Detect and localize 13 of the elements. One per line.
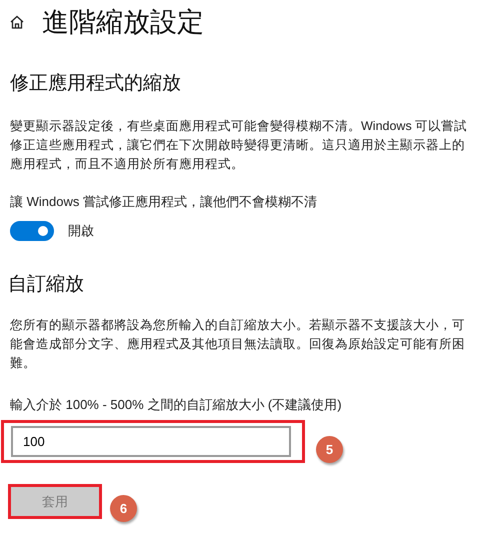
- section-heading: 修正應用程式的縮放: [10, 72, 182, 96]
- page-title: 進階縮放設定: [42, 8, 204, 36]
- toggle-switch[interactable]: [10, 221, 54, 241]
- toggle-state-text: 開啟: [68, 222, 94, 240]
- home-icon[interactable]: [10, 15, 24, 29]
- description-text: 您所有的顯示器都將設為您所輸入的自訂縮放大小。若顯示器不支援該大小，可能會造成部分文字、應用程式及其他項目無法讀取。回復為原始設定可能有所困難。: [10, 316, 466, 372]
- description-text: 變更顯示器設定後，有些桌面應用程式可能會變得模糊不清。Windows 可以嘗試修正這些應用程式，讓它們在下次開啟時變得更清晰。這只適用於主顯示器上的應用程式，而且不適用於所有應用程式。: [10, 118, 468, 172]
- section-heading: 自訂縮放: [8, 273, 85, 297]
- toggle-label: 讓 Windows 嘗試修正應用程式，讓他們不會模糊不清: [10, 192, 318, 210]
- step-badge: 5: [316, 436, 343, 463]
- scale-input-field[interactable]: 100: [11, 426, 291, 457]
- step-badge: 6: [110, 495, 137, 522]
- field-label: 輸入介於 100% - 500% 之間的自訂縮放大小 (不建議使用): [10, 396, 343, 414]
